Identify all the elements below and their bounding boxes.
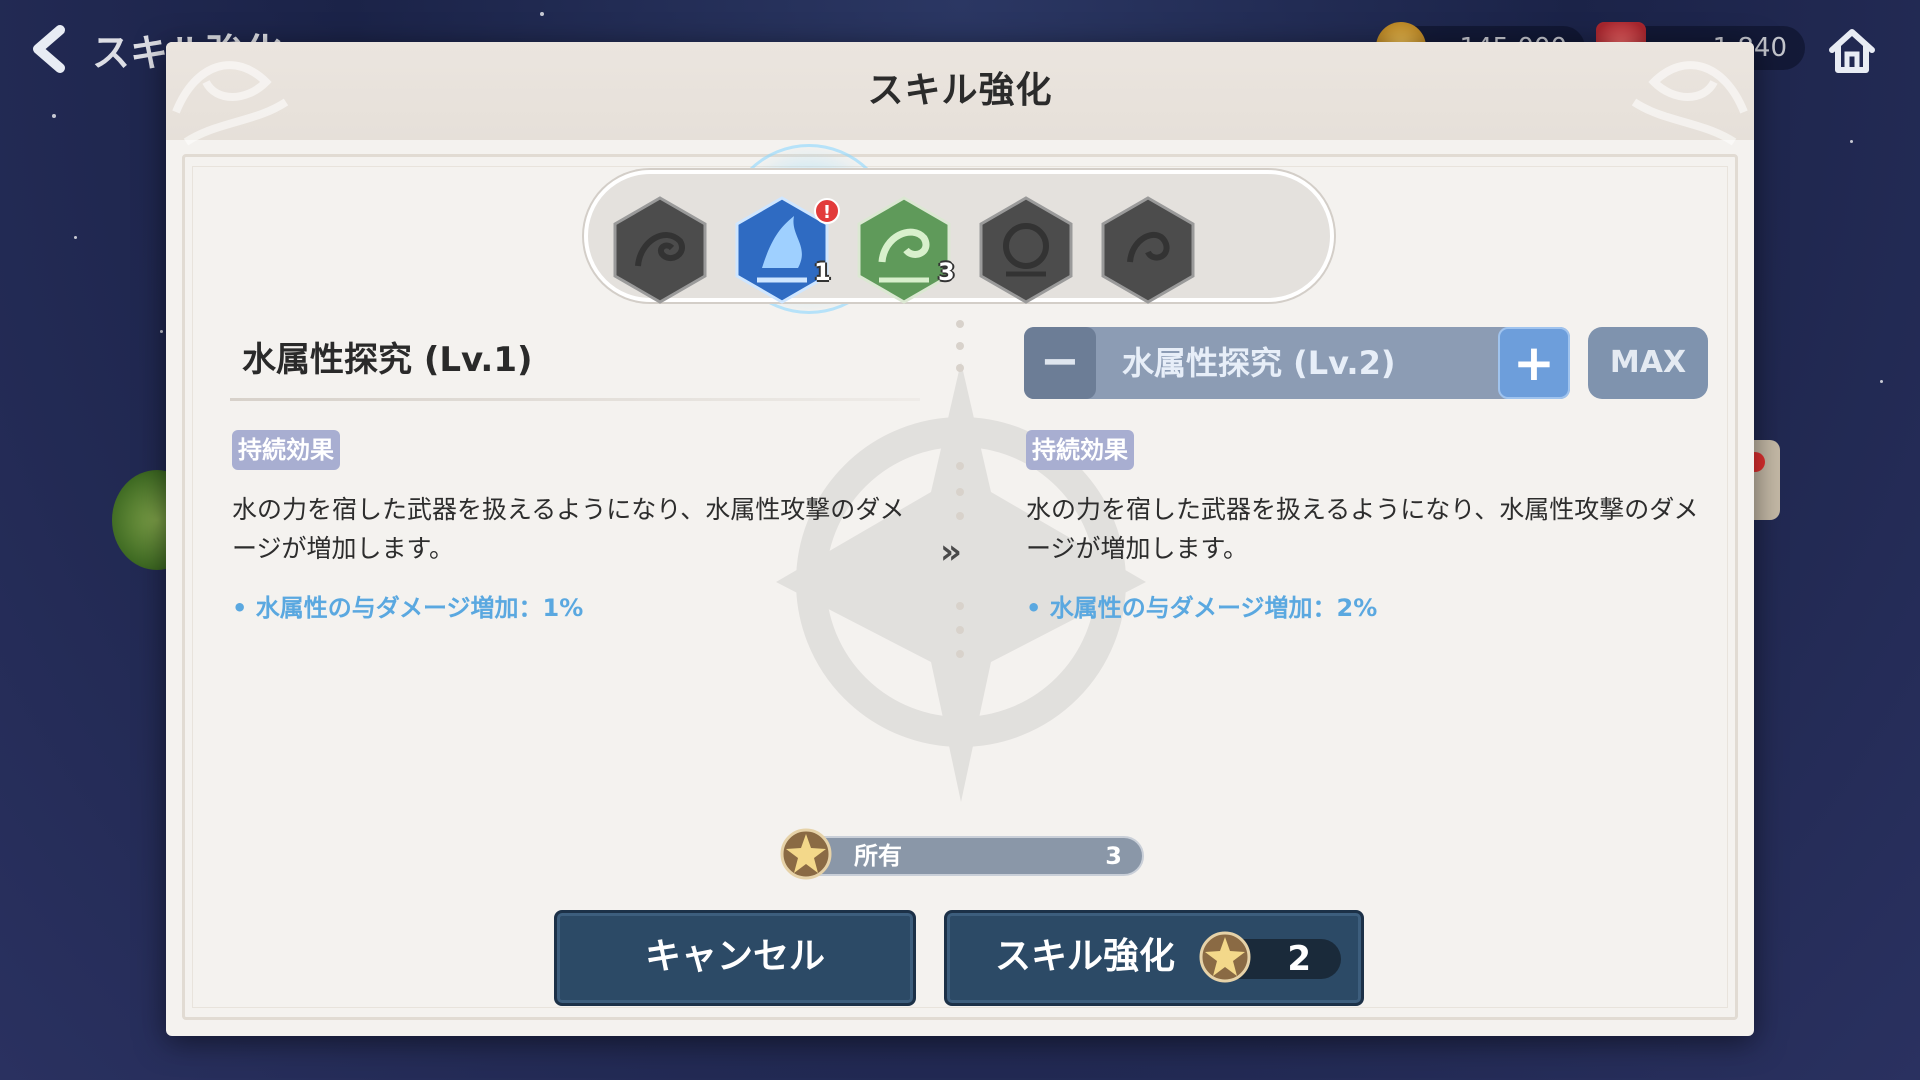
compass-emblem-icon bbox=[776, 362, 1146, 802]
skill-alert-badge: ! bbox=[814, 198, 840, 224]
upgrade-skill-button[interactable]: スキル強化 2 bbox=[944, 910, 1364, 1006]
next-skill-title: 水属性探究 (Lv.2) bbox=[1122, 344, 1396, 382]
next-description: 水の力を宿した武器を扱えるようになり、水属性攻撃のダメージが増加します。 bbox=[1026, 495, 1699, 563]
current-effect-tag: 持続効果 bbox=[232, 430, 340, 470]
skill-slot-5[interactable] bbox=[1098, 196, 1198, 304]
current-description: 水の力を宿した武器を扱えるようになり、水属性攻撃のダメージが増加します。 bbox=[232, 495, 905, 563]
next-effect-tag: 持続効果 bbox=[1026, 430, 1134, 470]
skill-3-level: 3 bbox=[938, 258, 955, 286]
locked-skill-icon bbox=[1101, 196, 1195, 304]
dialog-title: スキル強化 bbox=[867, 70, 1053, 111]
bullet-dot: • bbox=[232, 594, 256, 622]
upgrade-arrow-icon: » bbox=[940, 532, 962, 572]
skill-slot-4[interactable] bbox=[976, 196, 1076, 304]
skill-2-level: 1 bbox=[814, 258, 831, 286]
wind-skill-icon bbox=[857, 196, 951, 304]
upgrade-cost-amount: 2 bbox=[1287, 939, 1311, 979]
chevron-left-icon bbox=[33, 25, 65, 73]
skill-star-token-icon bbox=[780, 828, 832, 880]
bullet-dot: • bbox=[1026, 594, 1050, 622]
increase-level-button[interactable]: + bbox=[1498, 327, 1570, 399]
cancel-label: キャンセル bbox=[644, 936, 825, 977]
cancel-button[interactable]: キャンセル bbox=[554, 910, 916, 1006]
owned-items-bar: 所有 3 bbox=[784, 836, 1144, 876]
home-button[interactable] bbox=[1826, 24, 1878, 76]
current-skill-title: 水属性探究 (Lv.1) bbox=[242, 340, 533, 380]
next-bullet-text: 水属性の与ダメージ増加：2% bbox=[1049, 594, 1378, 622]
locked-skill-icon bbox=[613, 196, 707, 304]
owned-label: 所有 bbox=[854, 842, 902, 870]
level-selector: − 水属性探究 (Lv.2) + bbox=[1024, 327, 1570, 399]
locked-skill-icon bbox=[979, 196, 1073, 304]
current-bullet: • 水属性の与ダメージ増加：1% bbox=[232, 588, 583, 623]
upgrade-label: スキル強化 bbox=[995, 936, 1176, 977]
next-bullet: • 水属性の与ダメージ増加：2% bbox=[1026, 588, 1377, 623]
max-level-button[interactable]: MAX bbox=[1588, 327, 1708, 399]
home-icon bbox=[1829, 29, 1875, 73]
skill-upgrade-dialog: スキル強化 ! 1 3 » 水属性探究 (Lv.1) 持続効果 水の力を宿した武… bbox=[166, 42, 1754, 1036]
skill-star-token-icon bbox=[1199, 931, 1251, 983]
skill-selector: ! 1 3 bbox=[584, 170, 1334, 304]
decrease-level-button[interactable]: − bbox=[1024, 327, 1096, 399]
skill-slot-1[interactable] bbox=[610, 196, 710, 304]
current-bullet-text: 水属性の与ダメージ増加：1% bbox=[255, 594, 584, 622]
title-underline bbox=[230, 398, 920, 401]
owned-count: 3 bbox=[1105, 842, 1122, 870]
back-button[interactable] bbox=[28, 24, 74, 74]
